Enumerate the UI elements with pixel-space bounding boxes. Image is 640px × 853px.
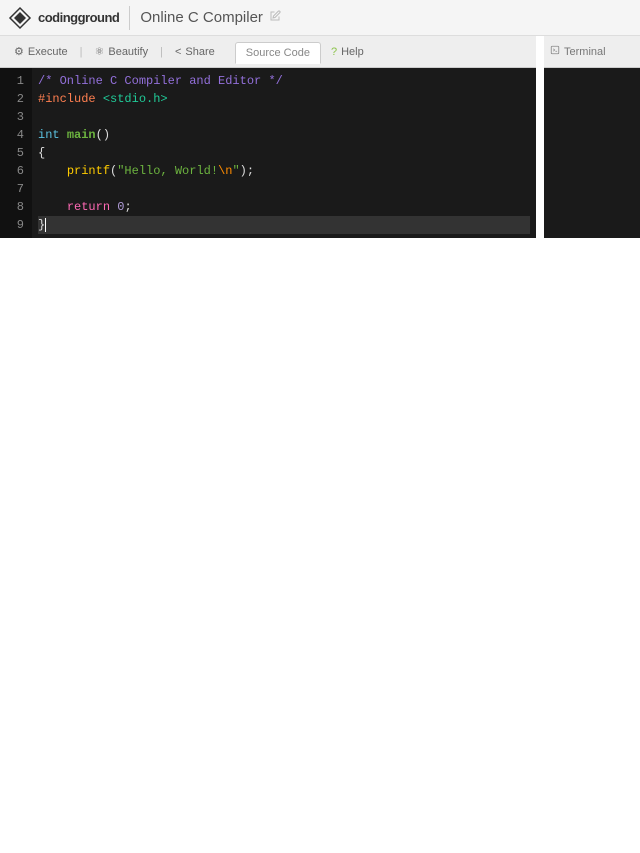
code-line[interactable] <box>38 108 530 126</box>
code-line[interactable]: /* Online C Compiler and Editor */ <box>38 72 530 90</box>
line-number: 3 <box>6 108 24 126</box>
tab-source-code[interactable]: Source Code <box>235 42 321 64</box>
toolbar-sep-2: | <box>160 46 163 58</box>
code-line[interactable]: } <box>38 216 530 234</box>
share-icon: < <box>175 46 181 58</box>
code-line[interactable] <box>38 180 530 198</box>
execute-icon: ⚙ <box>14 45 24 58</box>
line-number: 8 <box>6 198 24 216</box>
code-line[interactable]: int main() <box>38 126 530 144</box>
code-line[interactable]: printf("Hello, World!\n"); <box>38 162 530 180</box>
brand-name: codingground <box>38 10 119 25</box>
active-line-highlight <box>38 216 530 234</box>
editor-column: ⚙ Execute | ⚛ Beautify | < Share Source … <box>0 36 536 238</box>
line-number: 2 <box>6 90 24 108</box>
line-number: 9 <box>6 216 24 234</box>
terminal-header: Terminal <box>544 36 640 68</box>
line-number: 5 <box>6 144 24 162</box>
beautify-icon: ⚛ <box>94 45 104 58</box>
header-divider <box>129 6 130 30</box>
terminal-body[interactable] <box>544 68 640 238</box>
terminal-title: Terminal <box>564 46 606 58</box>
toolbar-sep-1: | <box>80 46 83 58</box>
line-number: 1 <box>6 72 24 90</box>
line-number: 7 <box>6 180 24 198</box>
tab-source-label: Source Code <box>246 47 310 59</box>
app-header: codingground Online C Compiler <box>0 0 640 36</box>
editor-toolbar: ⚙ Execute | ⚛ Beautify | < Share Source … <box>0 36 536 68</box>
code-line[interactable]: { <box>38 144 530 162</box>
line-number: 4 <box>6 126 24 144</box>
code-editor[interactable]: 123456789 /* Online C Compiler and Edito… <box>0 68 536 238</box>
help-button[interactable]: ? Help <box>323 43 372 61</box>
edit-title-icon[interactable] <box>269 10 281 25</box>
help-icon: ? <box>331 46 337 58</box>
beautify-button[interactable]: ⚛ Beautify <box>86 42 156 61</box>
execute-button[interactable]: ⚙ Execute <box>6 42 76 61</box>
code-line[interactable]: #include <stdio.h> <box>38 90 530 108</box>
code-line[interactable]: return 0; <box>38 198 530 216</box>
brand-logo-icon <box>8 6 32 30</box>
share-label: Share <box>185 46 214 58</box>
line-number: 6 <box>6 162 24 180</box>
code-area[interactable]: /* Online C Compiler and Editor */#inclu… <box>32 68 536 238</box>
brand-area[interactable]: codingground <box>8 6 119 30</box>
terminal-icon <box>550 45 560 58</box>
terminal-column: Terminal <box>544 36 640 238</box>
main-workspace: ⚙ Execute | ⚛ Beautify | < Share Source … <box>0 36 640 238</box>
page-title: Online C Compiler <box>140 9 263 26</box>
execute-label: Execute <box>28 46 68 58</box>
beautify-label: Beautify <box>108 46 148 58</box>
help-label: Help <box>341 46 364 58</box>
line-gutter: 123456789 <box>0 68 32 238</box>
text-cursor <box>45 218 46 232</box>
share-button[interactable]: < Share <box>167 43 223 61</box>
